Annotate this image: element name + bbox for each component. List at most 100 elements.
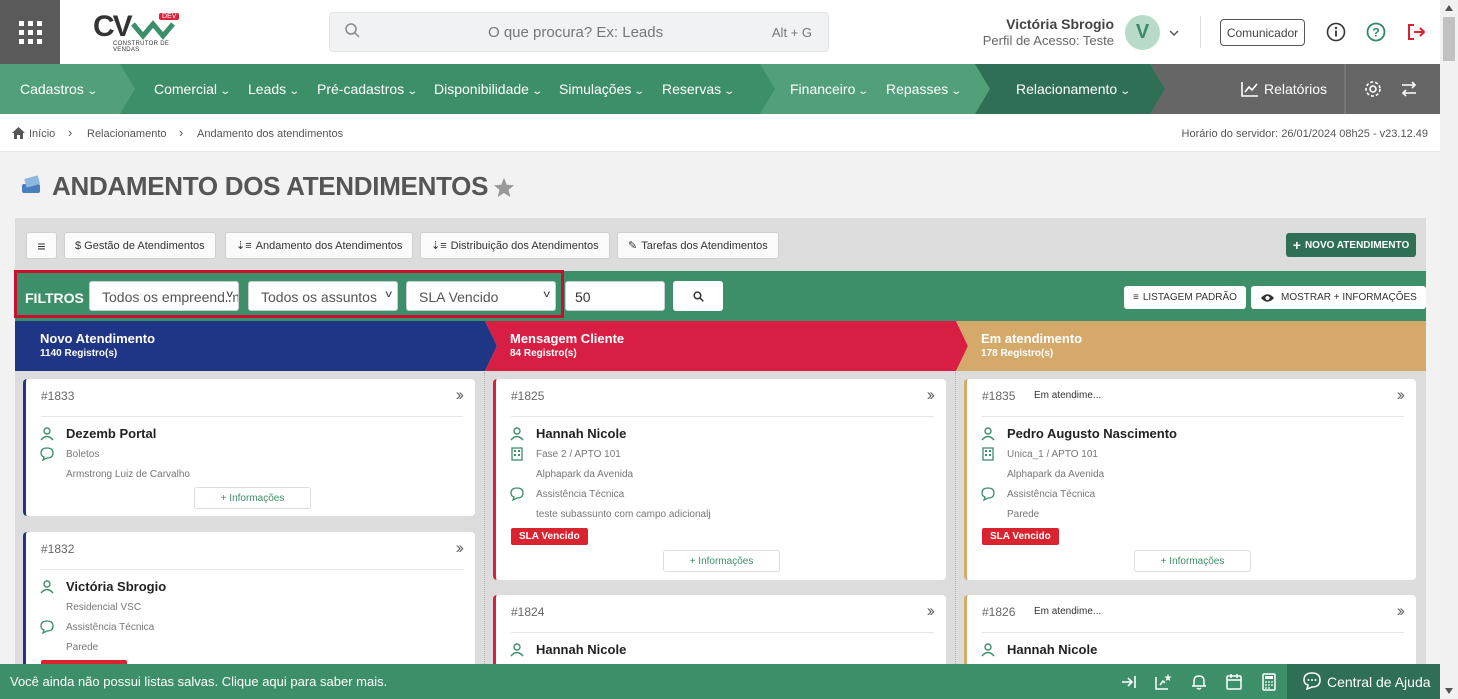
help-icon[interactable]: ? [1366, 22, 1386, 42]
logo-text: CV [93, 10, 133, 43]
nav-financeiro[interactable]: Financeiro ⌄ [790, 64, 869, 114]
logout-icon[interactable] [1406, 22, 1426, 42]
scroll-down-icon[interactable] [1444, 687, 1454, 695]
ticket-id: #1825 [511, 389, 545, 403]
more-info-button[interactable]: + Informações [663, 550, 780, 572]
plus-icon: + [1292, 237, 1301, 253]
listagem-padrao-button[interactable]: ≡ LISTAGEM PADRÃO [1124, 286, 1246, 309]
column-mensagem-cliente: Mensagem Cliente 84 Registro(s) [485, 321, 955, 371]
chevron-right-icon: › [68, 125, 73, 140]
grid-icon [18, 20, 42, 44]
more-info-button[interactable]: + Informações [194, 487, 311, 509]
andamento-atendimentos-button[interactable]: ⇣≡ Andamento dos Atendimentos [225, 232, 414, 259]
star-icon[interactable] [493, 177, 515, 198]
nav-reservas[interactable]: Reservas ⌄ [662, 64, 735, 114]
search-button[interactable] [673, 281, 723, 311]
chat-icon [981, 487, 995, 501]
ticket-id: #1826 [982, 605, 1016, 619]
ticket-card[interactable]: #1824 ›› Hannah Nicole [493, 595, 946, 675]
user-icon [40, 580, 54, 594]
novo-atendimento-button[interactable]: + NOVO ATENDIMENTO [1286, 233, 1416, 257]
calendar-icon[interactable] [1225, 673, 1243, 691]
collapse-icon[interactable] [1120, 673, 1138, 691]
nav-simulacoes[interactable]: Simulações ⌄ [559, 64, 645, 114]
nav-relatorios[interactable]: Relatórios [1241, 64, 1327, 114]
double-chevron-right-icon[interactable]: ›› [927, 601, 936, 621]
ticket-card[interactable]: #1835 Em atendime... ›› Pedro Augusto Na… [964, 379, 1416, 580]
divider [982, 632, 1404, 633]
gear-icon[interactable] [1364, 80, 1382, 98]
tarefas-atendimentos-button[interactable]: ✎ Tarefas dos Atendimentos [617, 232, 779, 259]
info-icon[interactable] [1326, 22, 1346, 42]
breadcrumb-relacionamento[interactable]: Relacionamento [87, 128, 167, 140]
nav-disponibilidade[interactable]: Disponibilidade ⌄ [434, 64, 543, 114]
user-icon [510, 643, 524, 657]
gestao-atendimentos-button[interactable]: $ Gestão de Atendimentos [64, 232, 216, 259]
double-chevron-right-icon[interactable]: ›› [456, 538, 465, 558]
more-info-button[interactable]: + Informações [1134, 550, 1251, 572]
nav-cadastros[interactable]: Cadastros ⌄ [20, 64, 98, 114]
logo-subtitle: CONSTRUTOR DE VENDAS [113, 41, 170, 53]
ticket-unit: Fase 2 / APTO 101 [536, 449, 621, 460]
column-count: 178 Registro(s) [981, 348, 1054, 359]
nav-comercial[interactable]: Comercial ⌄ [154, 64, 231, 114]
client-name: Pedro Augusto Nascimento [1007, 426, 1177, 441]
ticket-card[interactable]: #1825 ›› Hannah Nicole Fase 2 / APTO 101… [493, 379, 946, 580]
column-title: Em atendimento [981, 331, 1083, 346]
ticket-agent: Armstrong Luiz de Carvalho [66, 469, 190, 480]
breadcrumb-home[interactable]: Início [29, 128, 55, 140]
menu-button[interactable]: ≡ [26, 232, 57, 259]
swap-icon[interactable] [1400, 80, 1418, 98]
calculator-icon[interactable] [1260, 673, 1278, 691]
logo-wave-icon [131, 20, 175, 40]
divider [511, 416, 934, 417]
column-divider [955, 372, 956, 664]
help-center-button[interactable]: Central de Ajuda [1287, 664, 1440, 699]
building-icon [511, 447, 523, 461]
scroll-up-icon[interactable] [1444, 4, 1454, 12]
search-input[interactable]: O que procura? Ex: Leads Alt + G [329, 12, 829, 52]
ticket-status: Em atendime... [1034, 390, 1102, 401]
ticket-card[interactable]: #1826 Em atendime... ›› Hannah Nicole [964, 595, 1416, 675]
chat-icon [40, 620, 54, 634]
logo[interactable]: CV DEV CONSTRUTOR DE VENDAS [93, 10, 188, 53]
client-name: Hannah Nicole [536, 426, 627, 441]
avatar[interactable]: V [1125, 15, 1160, 50]
client-name: Dezemb Portal [66, 426, 157, 441]
ticket-property: Alphapark da Avenida [1007, 469, 1105, 480]
limit-input[interactable]: 50 [565, 281, 665, 311]
ticket-card[interactable]: #1832 ›› Victória Sbrogio Residencial VS… [23, 532, 475, 677]
list-icon: ≡ [1133, 292, 1139, 303]
sla-badge: SLA Vencido [982, 528, 1059, 545]
bell-icon[interactable] [1190, 673, 1208, 691]
nav-leads[interactable]: Leads ⌄ [248, 64, 300, 114]
sla-badge: SLA Vencido [511, 528, 588, 545]
column-title: Novo Atendimento [40, 331, 156, 346]
user-info[interactable]: Victória Sbrogio Perfil de Acesso: Teste [960, 16, 1114, 48]
apps-menu-button[interactable] [0, 0, 60, 64]
scrollbar-thumb[interactable] [1443, 17, 1455, 61]
ticket-detail: teste subassunto com campo adicionalj [536, 509, 711, 520]
list-star-icon[interactable] [1154, 673, 1172, 691]
double-chevron-right-icon[interactable]: ›› [927, 385, 936, 405]
double-chevron-right-icon[interactable]: ›› [456, 385, 465, 405]
scrollbar[interactable] [1440, 0, 1458, 699]
nav-pre-cadastros[interactable]: Pré-cadastros ⌄ [317, 64, 418, 114]
footer-bar: Você ainda não possui listas salvas. Cli… [0, 664, 1440, 699]
divider [41, 416, 463, 417]
client-name: Hannah Nicole [1007, 642, 1098, 657]
chevron-down-icon[interactable] [1169, 28, 1179, 38]
mostrar-informacoes-button[interactable]: MOSTRAR + INFORMAÇÕES [1251, 286, 1426, 309]
column-count: 84 Registro(s) [510, 348, 577, 359]
nav-repasses[interactable]: Repasses ⌄ [886, 64, 962, 114]
saved-lists-message[interactable]: Você ainda não possui listas salvas. Cli… [10, 674, 387, 689]
distribuicao-atendimentos-button[interactable]: ⇣≡ Distribuição dos Atendimentos [420, 232, 610, 259]
double-chevron-right-icon[interactable]: ›› [1397, 601, 1406, 621]
column-count: 1140 Registro(s) [40, 348, 118, 359]
user-icon [981, 427, 995, 441]
ticket-card[interactable]: #1833 ›› Dezemb Portal Boletos Armstrong… [23, 379, 475, 516]
ticket-property: Alphapark da Avenida [536, 469, 634, 480]
nav-relacionamento[interactable]: Relacionamento ⌄ [1016, 64, 1131, 114]
comunicador-button[interactable]: Comunicador [1220, 19, 1305, 46]
double-chevron-right-icon[interactable]: ›› [1397, 385, 1406, 405]
